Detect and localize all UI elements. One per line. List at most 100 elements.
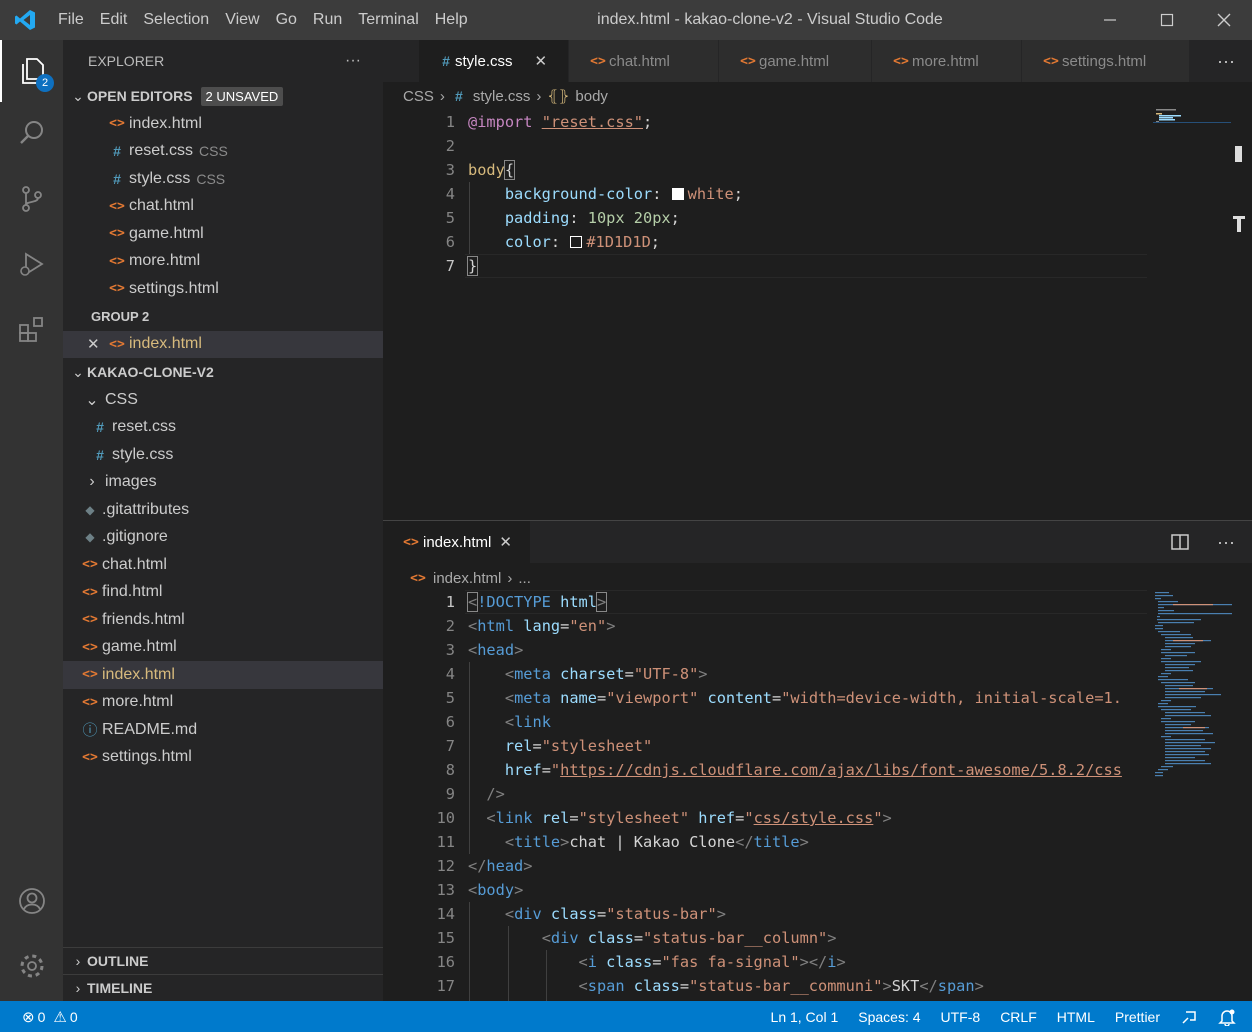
tab-index-html[interactable]: <> index.html ✕ [383, 521, 531, 563]
maximize-button[interactable] [1138, 0, 1195, 40]
tree-item-selected[interactable]: <> index.html [63, 661, 383, 689]
breadcrumb-symbol[interactable]: body [575, 88, 608, 105]
language-mode[interactable]: HTML [1047, 1001, 1105, 1032]
tree-item[interactable]: ⓘ README.md [63, 716, 383, 744]
open-editors-header[interactable]: ⌄ OPEN EDITORS 2 UNSAVED [63, 82, 383, 110]
close-tab-icon[interactable]: ✕ [535, 52, 548, 70]
breadcrumb-folder[interactable]: CSS [403, 88, 434, 105]
code-line: <link [504, 713, 551, 731]
color-swatch-white[interactable] [671, 188, 684, 200]
info-icon: ⓘ [82, 722, 98, 740]
open-editor-item[interactable]: # reset.css CSS [63, 138, 383, 166]
tab-style-css[interactable]: # style.css ✕ [419, 40, 569, 82]
project-header[interactable]: ⌄ KAKAO-CLONE-V2 [63, 358, 383, 386]
menu-edit[interactable]: Edit [92, 0, 136, 40]
css-file-icon: # [96, 446, 104, 463]
line-number: 1 [445, 593, 455, 611]
color-swatch-dark[interactable] [570, 236, 583, 248]
menu-terminal[interactable]: Terminal [350, 0, 426, 40]
end-of-line[interactable]: CRLF [990, 1001, 1047, 1032]
html-file-icon: <> [82, 749, 98, 765]
close-tab-icon[interactable]: ✕ [499, 533, 512, 551]
tree-item[interactable]: <> more.html [63, 689, 383, 717]
line-number: 15 [436, 929, 455, 947]
menu-selection[interactable]: Selection [135, 0, 217, 40]
chevron-down-icon: ⌄ [72, 363, 84, 380]
tree-item[interactable]: <> find.html [63, 579, 383, 607]
indentation[interactable]: Spaces: 4 [848, 1001, 930, 1032]
code-line: <div class="status-bar__column"> [541, 929, 837, 947]
breadcrumb-file[interactable]: style.css [473, 88, 531, 105]
feedback-icon[interactable] [1170, 1001, 1208, 1032]
outline-header[interactable]: › OUTLINE [63, 947, 383, 974]
folder-images[interactable]: › images [63, 469, 383, 497]
prettier-status[interactable]: Prettier [1105, 1001, 1170, 1032]
code-line: href="https://cdnjs.cloudflare.com/ajax/… [504, 761, 1122, 779]
tab-chat-html[interactable]: <> chat.html [569, 40, 719, 82]
window-controls [1081, 0, 1252, 40]
code-line: <meta name="viewport" content="width=dev… [504, 689, 1122, 707]
problems-indicator[interactable]: ⊗ 0 ⚠ 0 [0, 1001, 88, 1032]
bottom-code-editor[interactable]: 1 2 3 4 5 6 7 8 9 10 11 12 13 14 15 16 1… [383, 590, 1147, 1001]
extensions-icon[interactable] [0, 298, 63, 360]
code-line: </head> [468, 857, 533, 875]
menu-file[interactable]: File [50, 0, 92, 40]
css-file-icon: # [454, 88, 463, 104]
menu-view[interactable]: View [217, 0, 267, 40]
explorer-title: EXPLORER [88, 53, 165, 69]
settings-gear-icon[interactable] [0, 935, 63, 997]
tab-game-html[interactable]: <> game.html [719, 40, 872, 82]
tab-settings-html[interactable]: <> settings.html [1022, 40, 1190, 82]
search-icon[interactable] [0, 102, 63, 164]
top-code-editor[interactable]: 1 2 3 4 5 6 7 @import "reset.css"; body{… [383, 110, 1147, 510]
cursor-position[interactable]: Ln 1, Col 1 [761, 1001, 849, 1032]
tree-item[interactable]: <> settings.html [63, 744, 383, 772]
html-file-icon: <> [893, 53, 909, 69]
accounts-icon[interactable] [0, 870, 63, 932]
tree-item[interactable]: ◆ .gitignore [63, 524, 383, 552]
open-editor-item[interactable]: <> settings.html [63, 275, 383, 303]
bottom-minimap[interactable] [1153, 590, 1233, 780]
more-actions-icon[interactable]: ··· [1200, 40, 1252, 82]
close-icon[interactable]: ✕ [87, 335, 105, 353]
explorer-badge: 2 [36, 74, 54, 92]
menu-run[interactable]: Run [305, 0, 350, 40]
breadcrumb-rest[interactable]: ... [518, 570, 531, 587]
html-file-icon: <> [82, 557, 98, 573]
tree-item[interactable]: # reset.css [63, 414, 383, 442]
open-editor-item[interactable]: <> more.html [63, 248, 383, 276]
explorer-icon[interactable]: 2 [0, 40, 63, 102]
run-debug-icon[interactable] [0, 233, 63, 295]
open-editor-item[interactable]: # style.css CSS [63, 165, 383, 193]
encoding[interactable]: UTF-8 [931, 1001, 991, 1032]
open-editor-item[interactable]: <> index.html [63, 110, 383, 138]
breadcrumb-file[interactable]: index.html [433, 570, 501, 587]
more-actions-icon[interactable]: ··· [1200, 521, 1252, 563]
tree-item[interactable]: <> chat.html [63, 551, 383, 579]
tree-item[interactable]: <> game.html [63, 634, 383, 662]
source-control-icon[interactable] [0, 168, 63, 230]
tab-more-html[interactable]: <> more.html [872, 40, 1022, 82]
explorer-more-button[interactable]: ··· [345, 52, 361, 70]
status-bar: ⊗ 0 ⚠ 0 Ln 1, Col 1 Spaces: 4 UTF-8 CRLF… [0, 1001, 1252, 1032]
split-editor-icon[interactable] [1160, 521, 1200, 563]
close-window-button[interactable] [1195, 0, 1252, 40]
open-editor-item[interactable]: <> game.html [63, 220, 383, 248]
top-minimap[interactable] [1153, 108, 1233, 128]
notifications-bell-icon[interactable] [1208, 1001, 1252, 1032]
bottom-tab-bar: <> index.html ✕ ··· [383, 521, 1252, 563]
tree-item[interactable]: # style.css [63, 441, 383, 469]
open-editor-item-selected[interactable]: ✕ <> index.html [63, 330, 383, 358]
menu-help[interactable]: Help [427, 0, 476, 40]
tree-item[interactable]: <> friends.html [63, 606, 383, 634]
line-number: 3 [445, 641, 455, 659]
tree-item[interactable]: ◆ .gitattributes [63, 496, 383, 524]
code-line: <!DOCTYPE html> [466, 592, 608, 612]
open-editor-item[interactable]: <> chat.html [63, 193, 383, 221]
minimize-button[interactable] [1081, 0, 1138, 40]
timeline-header[interactable]: › TIMELINE [63, 974, 383, 1001]
folder-css[interactable]: ⌄ CSS [63, 386, 383, 414]
window-title: index.html - kakao-clone-v2 - Visual Stu… [597, 11, 943, 28]
css-file-icon: # [113, 170, 121, 187]
menu-go[interactable]: Go [268, 0, 305, 40]
